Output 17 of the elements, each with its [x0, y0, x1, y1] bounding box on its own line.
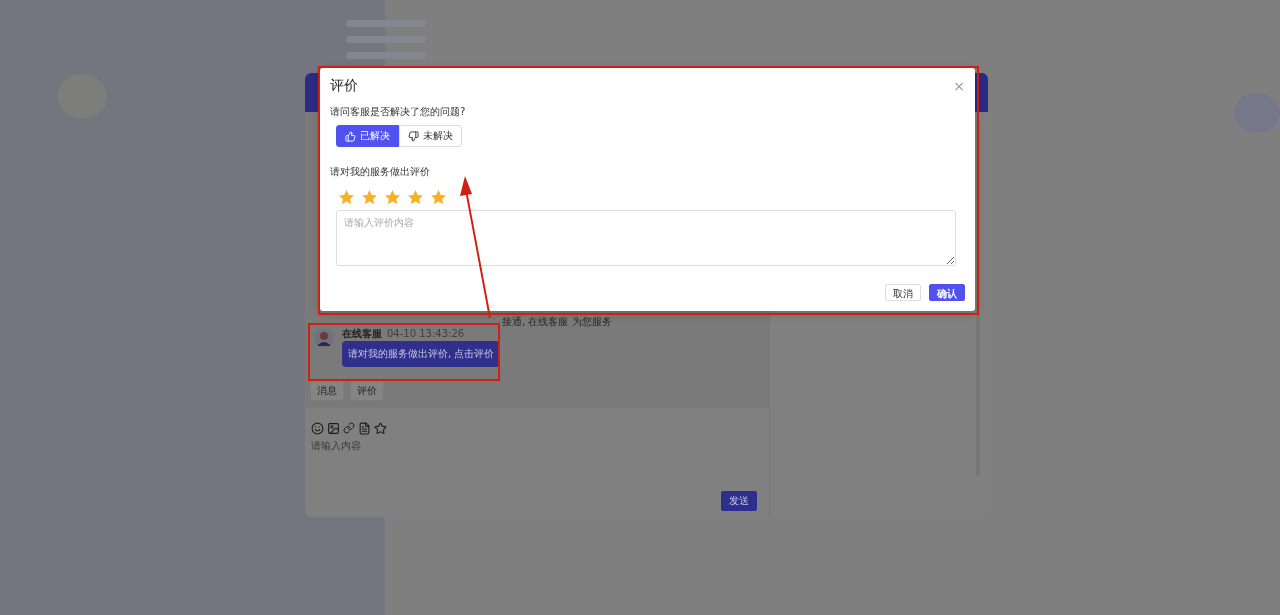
dialog-title: 评价 [330, 77, 358, 95]
quick-reply-button[interactable]: 消息 [310, 381, 344, 401]
cancel-button[interactable]: 取消 [885, 284, 921, 301]
message-time: 04-10 13:43:26 [387, 328, 465, 339]
quick-reply-button[interactable]: 评价 [350, 381, 384, 401]
resolution-option[interactable]: 未解决 [399, 125, 462, 147]
confirm-button[interactable]: 确认 [929, 284, 965, 301]
resolution-option[interactable]: 已解决 [336, 125, 399, 147]
send-button[interactable]: 发送 [721, 491, 757, 511]
comment-field[interactable]: 请输入评价内容 [336, 210, 956, 266]
message-input[interactable]: 请输入内容 [311, 439, 361, 487]
message-bubble[interactable]: 请对我的服务做出评价, 点击评价 [342, 341, 501, 367]
close-button[interactable]: × [953, 78, 965, 94]
system-notice: 接通, 在线客服 为您服务 [502, 316, 613, 327]
rating-label: 请对我的服务做出评价 [330, 165, 431, 179]
question-text: 请问客服是否解决了您的问题? [330, 105, 467, 119]
sender-name: 在线客服 [342, 328, 382, 339]
